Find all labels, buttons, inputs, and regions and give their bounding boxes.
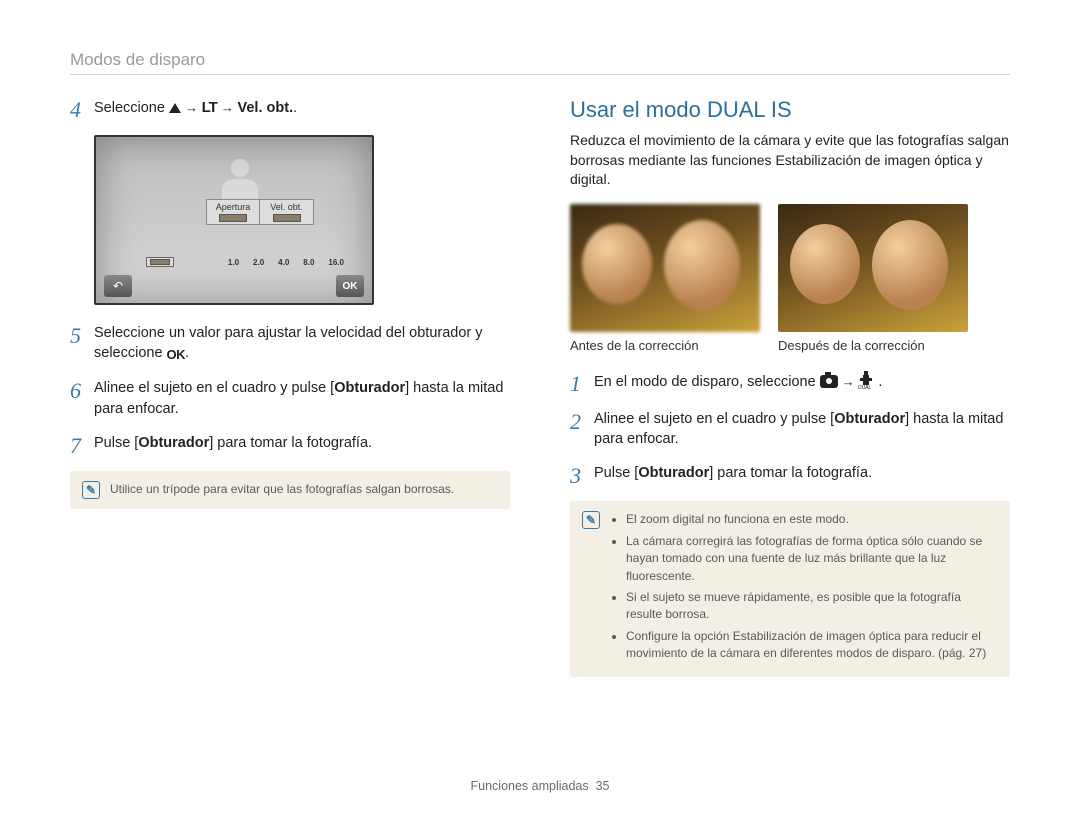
tab-label: Apertura (216, 202, 251, 212)
t: Pulse [ (94, 435, 138, 451)
arrow-icon: → (185, 100, 202, 115)
dual-is-icon: DUAL (858, 371, 874, 389)
tip-item: Configure la opción Estabilización de im… (626, 628, 998, 663)
step-number: 1 (570, 371, 594, 395)
page-footer: Funciones ampliadas 35 (0, 779, 1080, 793)
step-5: 5 Seleccione un valor para ajustar la ve… (70, 323, 510, 364)
step-text: Pulse [Obturador] para tomar la fotograf… (594, 463, 1010, 483)
tip-list: El zoom digital no funciona en este modo… (610, 511, 998, 666)
lt-icon: LT (202, 99, 217, 116)
tab-label: Vel. obt. (270, 202, 303, 212)
arrow-icon: → (842, 374, 859, 389)
t: . (185, 345, 189, 361)
caption-before: Antes de la corrección (570, 338, 760, 353)
step-text: Pulse [Obturador] para tomar la fotograf… (94, 433, 510, 453)
step-text: Alinee el sujeto en el cuadro y pulse [O… (94, 378, 510, 419)
photo-row (570, 204, 1010, 332)
caption-row: Antes de la corrección Después de la cor… (570, 338, 1010, 353)
right-column: Usar el modo DUAL IS Reduzca el movimien… (570, 97, 1010, 677)
section-subtitle: Usar el modo DUAL IS (570, 97, 1010, 123)
ok-icon: OK (167, 346, 186, 364)
step-number: 4 (70, 97, 94, 121)
auto-badge-icon (273, 214, 301, 222)
vel-obt-label: Vel. obt. (238, 100, 294, 116)
step-number: 3 (570, 463, 594, 487)
auto-chip (146, 257, 174, 267)
t: ] para tomar la fotografía. (709, 465, 872, 481)
step-1: 1 En el modo de disparo, seleccione → DU… (570, 371, 1010, 395)
ok-button-icon: OK (336, 275, 364, 297)
tab-aperture: Apertura (206, 199, 260, 225)
tab-box: Apertura Vel. obt. (206, 199, 314, 225)
tick: 4.0 (278, 258, 289, 267)
tick: 2.0 (253, 258, 264, 267)
t: Seleccione un valor para ajustar la velo… (94, 325, 483, 361)
arrow-icon: → (221, 100, 238, 115)
slider-row: 1.0 2.0 4.0 8.0 16.0 (146, 257, 344, 267)
t: En el modo de disparo, seleccione (594, 374, 820, 390)
tip-item: El zoom digital no funciona en este modo… (626, 511, 998, 528)
step-text: En el modo de disparo, seleccione → DUAL… (594, 371, 1010, 392)
step-6: 6 Alinee el sujeto en el cuadro y pulse … (70, 378, 510, 419)
footer-label: Funciones ampliadas (471, 779, 589, 793)
intro-text: Reduzca el movimiento de la cámara y evi… (570, 131, 1010, 190)
step-number: 5 (70, 323, 94, 347)
t: Seleccione (94, 100, 169, 116)
slider-ticks: 1.0 2.0 4.0 8.0 16.0 (228, 258, 344, 267)
camera-icon (820, 375, 838, 388)
tip-box: ✎ El zoom digital no funciona en este mo… (570, 501, 1010, 676)
t: Alinee el sujeto en el cuadro y pulse [ (594, 411, 834, 427)
step-number: 6 (70, 378, 94, 402)
tick: 1.0 (228, 258, 239, 267)
tip-item: La cámara corregirá las fotografías de f… (626, 533, 998, 585)
lcd-screen: Apertura Vel. obt. 1.0 2.0 4.0 8.0 (94, 135, 374, 305)
step-number: 2 (570, 409, 594, 433)
note-icon: ✎ (582, 511, 600, 529)
back-button-icon: ↶ (104, 275, 132, 297)
auto-badge-icon (219, 214, 247, 222)
step-number: 7 (70, 433, 94, 457)
caption-after: Después de la corrección (778, 338, 968, 353)
page-number: 35 (596, 779, 610, 793)
note-icon: ✎ (82, 481, 100, 499)
step-text: Seleccione un valor para ajustar la velo… (94, 323, 510, 364)
t: Pulse [ (594, 465, 638, 481)
lcd-preview: Apertura Vel. obt. 1.0 2.0 4.0 8.0 (94, 135, 510, 305)
t: . (878, 374, 882, 390)
t: Obturador (334, 380, 405, 396)
t: Obturador (638, 465, 709, 481)
step-7: 7 Pulse [Obturador] para tomar la fotogr… (70, 433, 510, 457)
step-4: 4 Seleccione → LT → Vel. obt.. (70, 97, 510, 121)
tab-shutter: Vel. obt. (260, 199, 314, 225)
t: ] para tomar la fotografía. (209, 435, 372, 451)
step-text: Alinee el sujeto en el cuadro y pulse [O… (594, 409, 1010, 450)
tip-item: Si el sujeto se mueve rápidamente, es po… (626, 589, 998, 624)
step-3: 3 Pulse [Obturador] para tomar la fotogr… (570, 463, 1010, 487)
step-2: 2 Alinee el sujeto en el cuadro y pulse … (570, 409, 1010, 450)
photo-before (570, 204, 760, 332)
t: Obturador (834, 411, 905, 427)
svg-text:DUAL: DUAL (858, 385, 872, 389)
left-column: 4 Seleccione → LT → Vel. obt.. Apertura (70, 97, 510, 677)
up-triangle-icon (169, 103, 181, 113)
photo-after (778, 204, 968, 332)
tip-box: ✎ Utilice un trípode para evitar que las… (70, 471, 510, 509)
tip-text: Utilice un trípode para evitar que las f… (110, 481, 454, 499)
tick: 16.0 (328, 258, 344, 267)
tick: 8.0 (303, 258, 314, 267)
step-text: Seleccione → LT → Vel. obt.. (94, 97, 510, 118)
t: Alinee el sujeto en el cuadro y pulse [ (94, 380, 334, 396)
content-columns: 4 Seleccione → LT → Vel. obt.. Apertura (70, 97, 1010, 677)
t: Obturador (138, 435, 209, 451)
section-header: Modos de disparo (70, 50, 1010, 75)
